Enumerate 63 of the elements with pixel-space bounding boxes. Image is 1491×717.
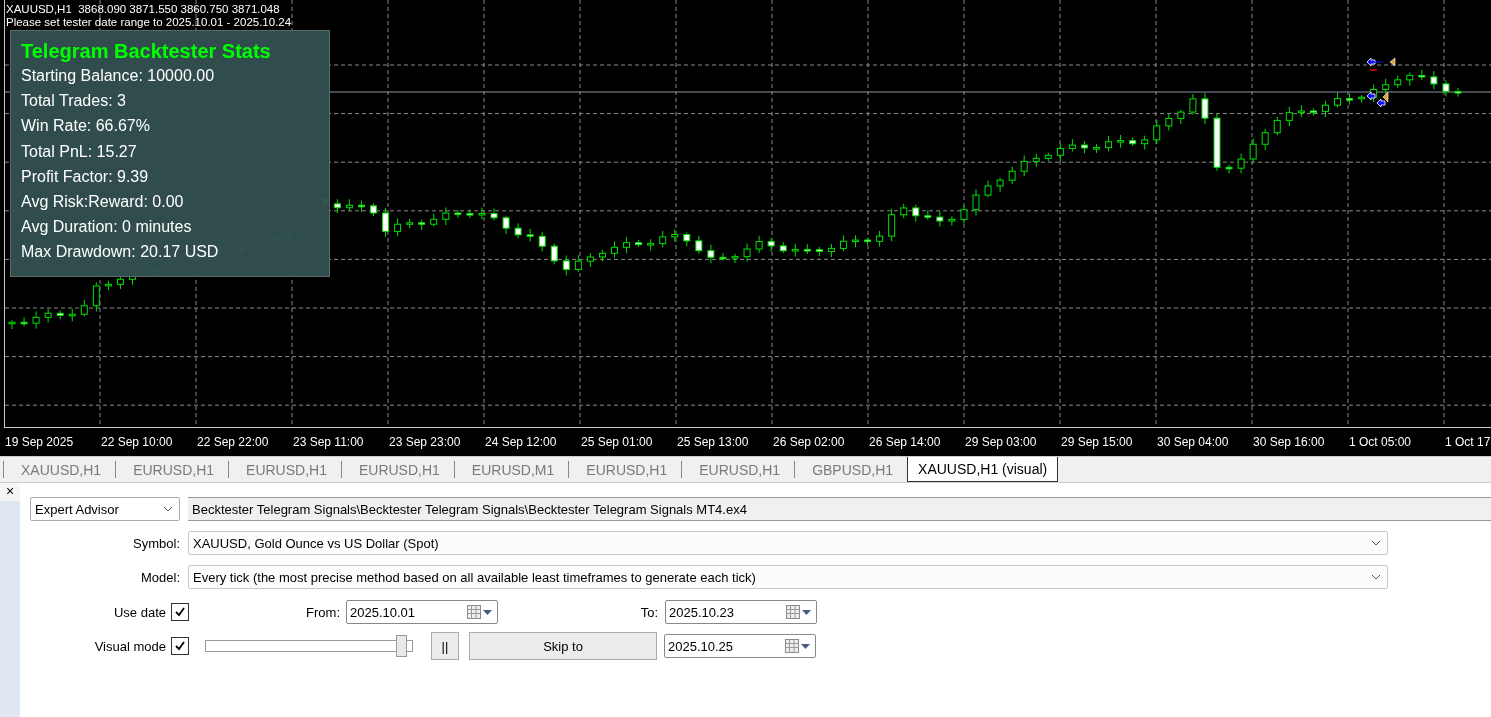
use-date-checkbox[interactable] xyxy=(171,603,189,621)
chevron-down-icon xyxy=(1371,540,1381,546)
notice-text: Please set tester date range to 2025.10.01 - 2025.10.24 xyxy=(6,16,292,29)
time-axis-label: 26 Sep 14:00 xyxy=(869,435,942,449)
time-axis-label: 1 Oct 05:00 xyxy=(1349,435,1413,449)
to-label: To: xyxy=(639,604,658,620)
chart-tab[interactable]: XAUUSD,H1 (visual) xyxy=(907,457,1059,482)
time-axis-label: 23 Sep 11:00 xyxy=(293,435,365,449)
symbol-label: Symbol: xyxy=(132,535,180,551)
skip-date-field[interactable]: 2025.10.25 xyxy=(664,634,816,658)
model-label: Model: xyxy=(139,569,180,585)
time-axis-label: 19 Sep 2025 xyxy=(5,435,75,449)
chart-tab[interactable]: EURUSD,H1 xyxy=(681,461,795,478)
time-axis-label: 30 Sep 16:00 xyxy=(1253,435,1326,449)
time-axis-label: 30 Sep 04:00 xyxy=(1157,435,1230,449)
stats-line: Avg Duration: 0 minutes xyxy=(21,217,193,238)
time-axis-label: 25 Sep 13:00 xyxy=(677,435,750,449)
time-axis-label: 26 Sep 02:00 xyxy=(773,435,846,449)
chevron-down-icon xyxy=(1371,574,1381,580)
close-icon[interactable]: × xyxy=(5,483,15,499)
stats-line: Max Drawdown: 20.17 USD xyxy=(21,242,220,263)
chart-tab[interactable]: EURUSD,H1 xyxy=(568,461,682,478)
stats-line: Starting Balance: 10000.00 xyxy=(21,66,216,86)
stats-title: Telegram Backtester Stats xyxy=(21,39,272,63)
checkmark-icon xyxy=(174,606,186,618)
stats-line: Total PnL: 15.27 xyxy=(21,141,138,162)
chart-tab[interactable]: EURUSD,H1 xyxy=(115,461,229,478)
trade-marker-drawing xyxy=(1366,57,1396,108)
from-date-field[interactable]: 2025.10.01 xyxy=(346,600,498,624)
chevron-down-icon xyxy=(163,506,173,512)
stats-line: Profit Factor: 9.39 xyxy=(21,166,150,187)
from-label: From: xyxy=(305,604,340,620)
time-axis-label: 29 Sep 03:00 xyxy=(965,435,1038,449)
calendar-icon xyxy=(786,605,812,619)
model-dropdown[interactable]: Every tick (the most precise method based on all available least timeframes to generate each tick) xyxy=(188,565,1388,589)
program-type-dropdown[interactable]: Expert Advisor xyxy=(30,497,180,521)
time-axis-label: 1 Oct 17 xyxy=(1445,435,1491,449)
program-path-field[interactable]: Becktester Telegram Signals\Becktester Telegram Signals\Becktester Telegram Signals MT4.ex4 xyxy=(188,497,1491,521)
to-date-field[interactable]: 2025.10.23 xyxy=(665,600,817,624)
stats-line: Avg Risk:Reward: 0.00 xyxy=(21,192,185,212)
speed-slider-thumb[interactable] xyxy=(396,635,408,657)
calendar-icon xyxy=(785,639,811,653)
visual-mode-checkbox[interactable] xyxy=(171,637,189,655)
chart-tab[interactable]: EURUSD,H1 xyxy=(340,461,454,478)
stats-line: Total Trades: 3 xyxy=(21,91,127,112)
skip-to-button[interactable]: Skip to xyxy=(469,632,657,660)
use-date-label: Use date xyxy=(112,604,166,620)
stats-line: Win Rate: 66.67% xyxy=(21,116,151,137)
time-axis-label: 29 Sep 15:00 xyxy=(1061,435,1134,449)
time-axis-label: 25 Sep 01:00 xyxy=(581,435,654,449)
time-axis-label: 22 Sep 22:00 xyxy=(197,435,270,449)
pause-button[interactable]: || xyxy=(431,632,459,660)
checkmark-icon xyxy=(174,640,186,652)
symbol-dropdown[interactable]: XAUUSD, Gold Ounce vs US Dollar (Spot) xyxy=(188,531,1388,555)
visual-mode-label: Visual mode xyxy=(93,638,166,654)
calendar-icon xyxy=(467,605,493,619)
time-axis-label: 24 Sep 12:00 xyxy=(485,435,558,449)
chart-tab[interactable]: EURUSD,M1 xyxy=(453,461,569,478)
time-axis-label: 23 Sep 23:00 xyxy=(389,435,462,449)
symbol-quote-line: XAUUSD,H1 3868.090 3871.550 3860.750 3871.048 xyxy=(6,3,281,16)
time-axis-label: 22 Sep 10:00 xyxy=(101,435,174,449)
chart-tab[interactable]: XAUUSD,H1 xyxy=(3,461,116,478)
chart-tab[interactable]: EURUSD,H1 xyxy=(228,461,341,478)
